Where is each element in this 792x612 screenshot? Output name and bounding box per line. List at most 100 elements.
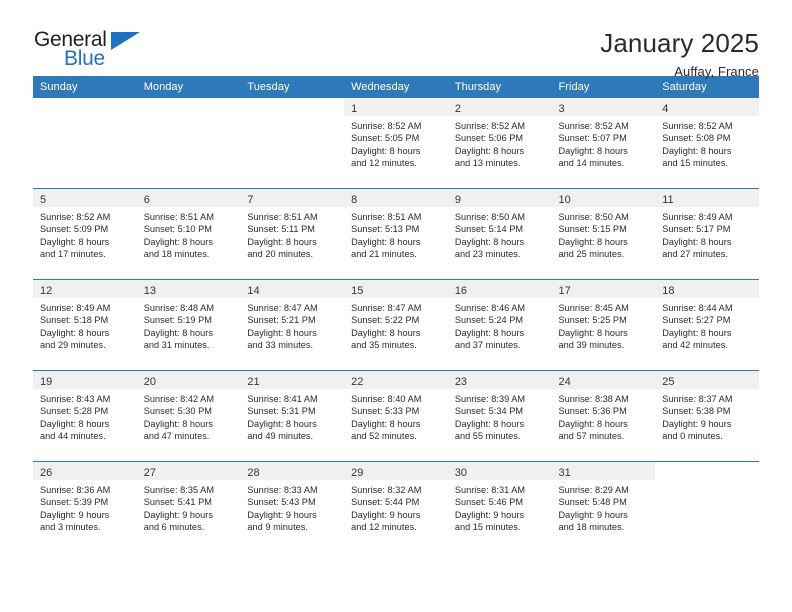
- sun-info-line: and 15 minutes.: [662, 158, 728, 169]
- day-cell-content: 22 Sunrise: 8:40 AM Sunset: 5:33 PM Dayligh…: [344, 371, 448, 461]
- weekday-header-row: Sunday Monday Tuesday Wednesday Thursday Frid…: [33, 76, 759, 98]
- calendar-week-row: 5 Sunrise: 8:52 AM Sunset: 5:09 PM Daylight…: [33, 188, 759, 280]
- calendar-day-cell[interactable]: 24 Sunrise: 8:38 AM Sunset: 5:36 PM Dayligh…: [551, 370, 656, 462]
- sun-info-line: and 6 minutes.: [143, 522, 205, 533]
- sun-info-line: Daylight: 8 hours: [454, 145, 525, 156]
- calendar-day-cell[interactable]: 13 Sunrise: 8:48 AM Sunset: 5:19 PM Dayligh…: [136, 279, 241, 371]
- sun-info-line: Sunrise: 8:52 AM: [351, 121, 422, 131]
- sun-info: Sunrise: 8:44 AM Sunset: 5:27 PM Daylight:…: [655, 298, 759, 352]
- calendar-day-cell[interactable]: 21 Sunrise: 8:41 AM Sunset: 5:31 PM Dayligh…: [240, 370, 345, 462]
- day-number-band: 27: [136, 462, 241, 480]
- calendar-day-cell[interactable]: 31 Sunrise: 8:29 AM Sunset: 5:48 PM Dayligh…: [551, 461, 656, 552]
- sun-info-line: and 18 minutes.: [143, 249, 210, 260]
- calendar-day-cell[interactable]: 9 Sunrise: 8:50 AM Sunset: 5:14 PM Daylight…: [447, 188, 552, 280]
- sun-info-line: Sunset: 5:14 PM: [454, 224, 524, 235]
- page-title: January 2025: [600, 28, 759, 58]
- day-number-band: 28: [240, 462, 345, 480]
- day-number: 18: [662, 285, 675, 297]
- sun-info-line: Sunrise: 8:47 AM: [351, 303, 422, 313]
- calendar-day-cell[interactable]: 20 Sunrise: 8:42 AM Sunset: 5:30 PM Dayligh…: [136, 370, 241, 462]
- sun-info-line: Daylight: 9 hours: [454, 509, 525, 520]
- day-cell-content: 23 Sunrise: 8:39 AM Sunset: 5:34 PM Dayligh…: [447, 371, 552, 461]
- weekday-header-saturday: Saturday: [655, 76, 759, 98]
- sun-info-line: Daylight: 9 hours: [351, 509, 421, 520]
- sun-info-line: Daylight: 9 hours: [143, 509, 213, 520]
- day-number-band: 15: [344, 280, 448, 298]
- calendar-day-cell[interactable]: 2 Sunrise: 8:52 AM Sunset: 5:06 PM Daylight…: [447, 98, 552, 189]
- day-number: 3: [558, 103, 565, 115]
- calendar-day-cell[interactable]: 25 Sunrise: 8:37 AM Sunset: 5:38 PM Dayligh…: [655, 370, 759, 462]
- calendar-day-cell[interactable]: 27 Sunrise: 8:35 AM Sunset: 5:41 PM Dayligh…: [136, 461, 241, 552]
- calendar-day-cell[interactable]: 12 Sunrise: 8:49 AM Sunset: 5:18 PM Dayligh…: [33, 279, 137, 371]
- calendar-day-cell[interactable]: 5 Sunrise: 8:52 AM Sunset: 5:09 PM Daylight…: [33, 188, 137, 280]
- calendar-day-cell[interactable]: 11 Sunrise: 8:49 AM Sunset: 5:17 PM Dayligh…: [655, 188, 759, 280]
- day-number-band: 18: [655, 280, 759, 298]
- day-number: 31: [558, 467, 571, 479]
- calendar-day-cell[interactable]: 10 Sunrise: 8:50 AM Sunset: 5:15 PM Dayligh…: [551, 188, 656, 280]
- sun-info-line: and 14 minutes.: [558, 158, 625, 169]
- calendar-day-cell[interactable]: 1 Sunrise: 8:52 AM Sunset: 5:05 PM Daylight…: [344, 98, 448, 189]
- sun-info-line: Sunset: 5:46 PM: [454, 497, 524, 508]
- calendar-day-cell[interactable]: 19 Sunrise: 8:43 AM Sunset: 5:28 PM Dayligh…: [33, 370, 137, 462]
- sun-info-line: Sunset: 5:27 PM: [662, 315, 731, 326]
- day-number-band: 22: [344, 371, 448, 389]
- calendar-day-cell[interactable]: 17 Sunrise: 8:45 AM Sunset: 5:25 PM Dayligh…: [551, 279, 656, 371]
- day-cell-content: 15 Sunrise: 8:47 AM Sunset: 5:22 PM Dayligh…: [344, 280, 448, 370]
- day-number: 8: [351, 194, 358, 206]
- sun-info-line: Daylight: 8 hours: [558, 418, 628, 429]
- calendar-day-cell[interactable]: 22 Sunrise: 8:40 AM Sunset: 5:33 PM Dayligh…: [344, 370, 448, 462]
- calendar-page: General Blue January 2025 Auffay, France…: [0, 0, 792, 612]
- sun-info-line: Daylight: 8 hours: [143, 418, 213, 429]
- sun-info: Sunrise: 8:48 AM Sunset: 5:19 PM Daylight:…: [137, 298, 241, 352]
- sun-info-line: Daylight: 9 hours: [247, 509, 317, 520]
- calendar-day-cell[interactable]: 6 Sunrise: 8:51 AM Sunset: 5:10 PM Daylight…: [136, 188, 241, 280]
- calendar-day-cell[interactable]: 4 Sunrise: 8:52 AM Sunset: 5:08 PM Daylight…: [655, 98, 759, 189]
- sun-info-line: Sunrise: 8:29 AM: [558, 485, 629, 495]
- day-cell-content: [240, 98, 344, 188]
- day-number-band: 8: [344, 189, 448, 207]
- calendar-day-cell[interactable]: 30 Sunrise: 8:31 AM Sunset: 5:46 PM Dayligh…: [447, 461, 552, 552]
- sun-info-line: and 21 minutes.: [351, 249, 417, 260]
- calendar-day-cell[interactable]: 26 Sunrise: 8:36 AM Sunset: 5:39 PM Dayligh…: [33, 461, 137, 552]
- logo-triangle-icon: [111, 32, 140, 50]
- calendar-day-cell[interactable]: 16 Sunrise: 8:46 AM Sunset: 5:24 PM Dayligh…: [447, 279, 552, 371]
- sun-info-line: Sunset: 5:38 PM: [662, 406, 731, 417]
- day-number-band: 12: [33, 280, 137, 298]
- calendar-day-cell[interactable]: 7 Sunrise: 8:51 AM Sunset: 5:11 PM Daylight…: [240, 188, 345, 280]
- sun-info-line: Sunset: 5:34 PM: [454, 406, 524, 417]
- sun-info-line: and 42 minutes.: [662, 340, 728, 351]
- calendar-day-cell[interactable]: 29 Sunrise: 8:32 AM Sunset: 5:44 PM Dayligh…: [344, 461, 448, 552]
- day-number: 15: [351, 285, 364, 297]
- sun-info-line: Daylight: 8 hours: [351, 418, 421, 429]
- calendar-day-cell[interactable]: 14 Sunrise: 8:47 AM Sunset: 5:21 PM Dayligh…: [240, 279, 345, 371]
- calendar-header-row: Sunday Monday Tuesday Wednesday Thursday Frid…: [33, 76, 759, 98]
- sun-info-line: Daylight: 8 hours: [454, 236, 525, 247]
- calendar-day-cell[interactable]: 18 Sunrise: 8:44 AM Sunset: 5:27 PM Dayligh…: [655, 279, 759, 371]
- sun-info-line: and 20 minutes.: [247, 249, 314, 260]
- sun-info-line: Daylight: 9 hours: [40, 509, 110, 520]
- sun-info-line: Sunset: 5:43 PM: [247, 497, 316, 508]
- sun-info-line: Sunset: 5:21 PM: [247, 315, 316, 326]
- sun-info-line: Sunset: 5:33 PM: [351, 406, 420, 417]
- day-number: 2: [454, 103, 461, 115]
- calendar-day-cell[interactable]: 23 Sunrise: 8:39 AM Sunset: 5:34 PM Dayligh…: [447, 370, 552, 462]
- day-cell-content: 13 Sunrise: 8:48 AM Sunset: 5:19 PM Dayligh…: [136, 280, 241, 370]
- day-number-band: 25: [655, 371, 759, 389]
- sun-info-line: and 9 minutes.: [247, 522, 308, 533]
- calendar-day-cell[interactable]: 28 Sunrise: 8:33 AM Sunset: 5:43 PM Dayligh…: [240, 461, 345, 552]
- day-number-band: 7: [240, 189, 345, 207]
- sun-info-line: Sunrise: 8:49 AM: [40, 303, 111, 313]
- sun-info-line: Sunrise: 8:50 AM: [558, 212, 629, 222]
- day-cell-content: 19 Sunrise: 8:43 AM Sunset: 5:28 PM Dayligh…: [33, 371, 137, 461]
- day-number-band: 20: [136, 371, 241, 389]
- calendar-day-cell[interactable]: 15 Sunrise: 8:47 AM Sunset: 5:22 PM Dayligh…: [344, 279, 448, 371]
- calendar-day-cell[interactable]: 3 Sunrise: 8:52 AM Sunset: 5:07 PM Daylight…: [551, 98, 656, 189]
- calendar-day-cell[interactable]: 8 Sunrise: 8:51 AM Sunset: 5:13 PM Daylight…: [344, 188, 448, 280]
- sun-info: Sunrise: 8:52 AM Sunset: 5:08 PM Daylight:…: [655, 116, 759, 170]
- sun-info-line: Sunrise: 8:35 AM: [143, 485, 214, 495]
- sun-info-line: Daylight: 8 hours: [662, 327, 732, 338]
- day-number-band: 4: [655, 98, 759, 116]
- day-number: 17: [558, 285, 571, 297]
- sun-info-line: Sunset: 5:10 PM: [143, 224, 212, 235]
- calendar-body: 1 Sunrise: 8:52 AM Sunset: 5:05 PM Daylight…: [33, 98, 759, 552]
